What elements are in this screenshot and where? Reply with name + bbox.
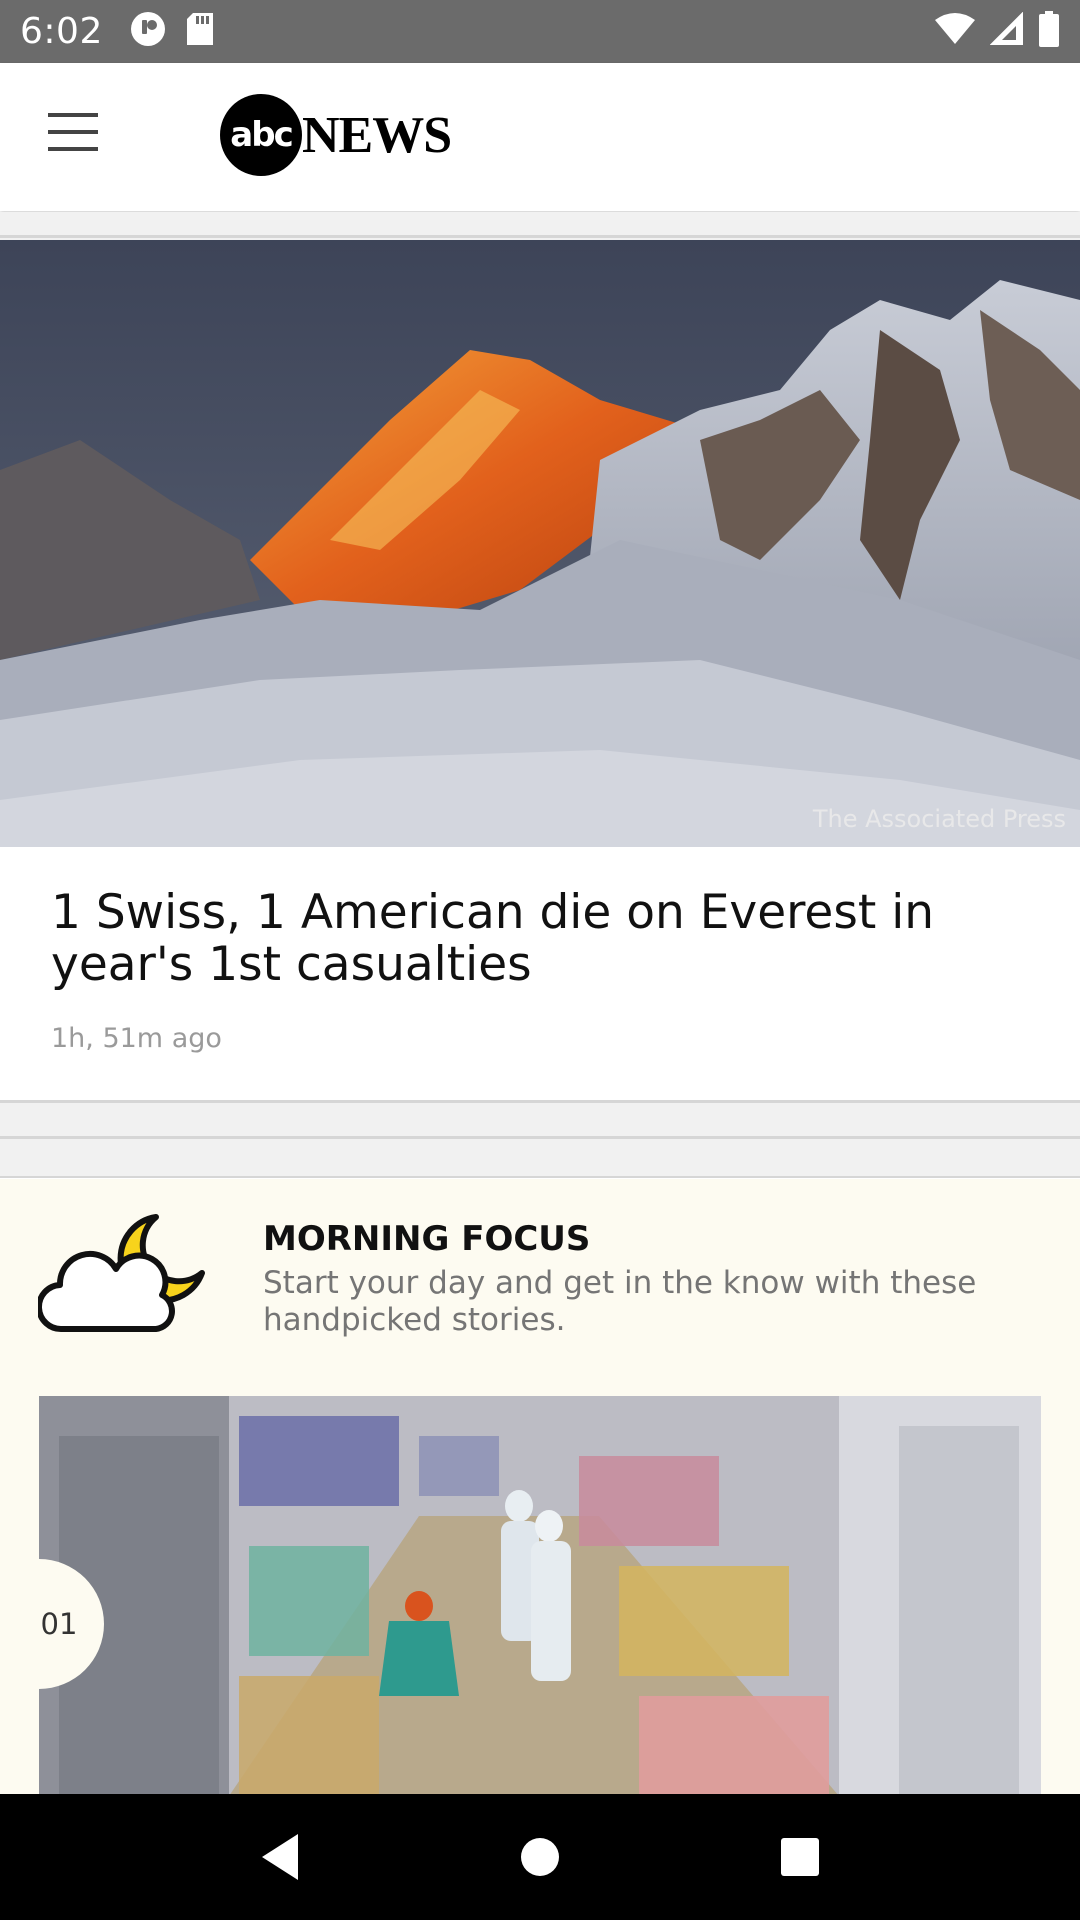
morning-focus-description: Start your day and get in the know with … <box>263 1265 977 1338</box>
feed-spacer <box>0 1103 1080 1137</box>
recents-square-icon[interactable] <box>760 1817 840 1897</box>
hamburger-menu-icon[interactable] <box>42 113 104 161</box>
image-credit: The Associated Press <box>812 805 1066 833</box>
cloud-moon-icon <box>36 1211 210 1344</box>
status-time: 6:02 <box>20 11 103 52</box>
top-story-image[interactable]: The Associated Press <box>0 240 1080 847</box>
story-timestamp: 1h, 51m ago <box>51 1023 222 1054</box>
navigation-bar <box>0 1794 1080 1920</box>
battery-icon <box>1038 11 1060 52</box>
top-story-card[interactable]: 1 Swiss, 1 American die on Everest in ye… <box>0 847 1080 1100</box>
home-circle-icon[interactable] <box>500 1817 580 1897</box>
vpn-key-icon <box>129 10 167 53</box>
status-bar: 6:02 <box>0 0 1080 63</box>
morning-focus-title: MORNING FOCUS <box>263 1219 591 1259</box>
abc-news-logo[interactable]: abc NEWS <box>220 93 452 177</box>
logo-news-text: NEWS <box>302 106 452 164</box>
logo-circle: abc <box>220 94 302 176</box>
sd-card-icon <box>185 11 215 52</box>
morning-focus-section: MORNING FOCUS Start your day and get in … <box>0 1179 1080 1794</box>
back-triangle-icon[interactable] <box>240 1817 320 1897</box>
story-index: 01 <box>40 1607 78 1641</box>
divider <box>0 235 1080 238</box>
signal-icon <box>989 11 1024 51</box>
divider <box>0 1176 1080 1178</box>
story-headline[interactable]: 1 Swiss, 1 American die on Everest in ye… <box>51 887 1051 991</box>
app-bar: abc NEWS <box>0 63 1080 211</box>
wifi-icon <box>934 12 976 51</box>
focus-story-image[interactable] <box>39 1396 1041 1794</box>
feed-spacer <box>0 1139 1080 1177</box>
